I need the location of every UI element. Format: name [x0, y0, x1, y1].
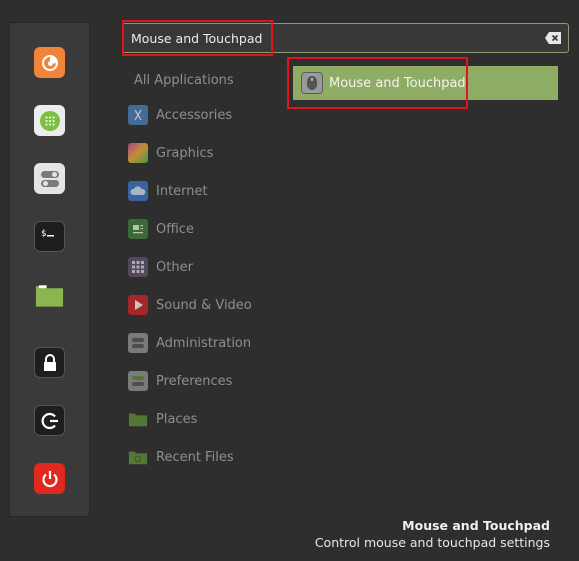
search-input[interactable]	[131, 24, 531, 52]
recent-folder-icon	[128, 447, 148, 467]
power-icon	[41, 470, 58, 487]
category-graphics[interactable]: Graphics	[128, 140, 213, 166]
settings-toggle-icon	[40, 170, 59, 187]
category-sound-video[interactable]: Sound & Video	[128, 292, 252, 318]
cloud-icon	[128, 181, 148, 201]
category-internet[interactable]: Internet	[128, 178, 208, 204]
document-icon	[128, 219, 148, 239]
category-label: Internet	[156, 183, 208, 199]
category-label: Administration	[156, 335, 252, 351]
category-label: Preferences	[156, 373, 233, 389]
favorite-terminal[interactable]: $	[34, 221, 65, 252]
category-label: Places	[156, 411, 198, 427]
backspace-clear-icon[interactable]	[545, 32, 561, 44]
favorite-lock-screen[interactable]	[34, 347, 65, 378]
category-recent-files[interactable]: Recent Files	[128, 444, 234, 470]
mouse-icon	[301, 72, 323, 94]
category-label: Accessories	[156, 107, 233, 123]
color-palette-icon	[128, 143, 148, 163]
terminal-icon: $	[41, 229, 54, 239]
favorite-quit[interactable]	[34, 463, 65, 494]
category-label: Office	[156, 221, 194, 237]
category-places[interactable]: Places	[128, 406, 197, 432]
category-preferences[interactable]: Preferences	[128, 368, 232, 394]
play-icon	[128, 295, 148, 315]
favorite-files[interactable]	[34, 279, 65, 310]
toggle-green-icon	[128, 371, 148, 391]
category-label: Graphics	[156, 145, 214, 161]
search-bar[interactable]	[122, 23, 569, 53]
category-other[interactable]: Other	[128, 254, 193, 280]
favorite-software-manager[interactable]	[34, 105, 65, 136]
grid-icon	[128, 257, 148, 277]
favorite-system-settings[interactable]	[34, 163, 65, 194]
app-info-panel: Mouse and Touchpad Control mouse and tou…	[315, 518, 550, 550]
favorite-log-out[interactable]	[34, 405, 65, 436]
app-info-description: Control mouse and touchpad settings	[314, 535, 550, 550]
favorite-firefox[interactable]	[34, 47, 65, 78]
category-office[interactable]: Office	[128, 216, 194, 242]
category-all-applications[interactable]: All Applications	[134, 73, 234, 88]
result-mouse-and-touchpad[interactable]: Mouse and Touchpad	[293, 66, 558, 100]
result-label: Mouse and Touchpad	[329, 75, 466, 91]
category-administration[interactable]: Administration	[128, 330, 251, 356]
favorites-sidebar: $	[9, 22, 90, 517]
category-label: Other	[156, 259, 193, 275]
lock-icon	[43, 353, 56, 371]
firefox-icon	[41, 54, 58, 71]
toggle-icon	[128, 333, 148, 353]
folder-icon	[35, 284, 64, 307]
app-info-title: Mouse and Touchpad	[402, 518, 550, 533]
category-accessories[interactable]: Accessories	[128, 102, 232, 128]
svg-text:$: $	[41, 229, 46, 239]
scissors-icon	[128, 105, 148, 125]
software-manager-icon	[39, 110, 60, 131]
folder-icon	[128, 409, 148, 429]
logout-icon	[41, 412, 58, 429]
category-label: Sound & Video	[156, 297, 252, 313]
category-label: Recent Files	[156, 449, 234, 465]
